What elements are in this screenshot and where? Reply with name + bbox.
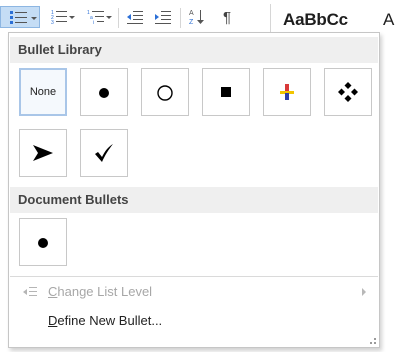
bullet-tile-colored-cross[interactable]: [263, 68, 311, 116]
bullet-tile-hollow-circle[interactable]: [141, 68, 189, 116]
colored-cross-bullet-icon: [280, 84, 294, 100]
increase-indent-icon: [155, 11, 171, 24]
multilevel-list-icon: 1 a i: [87, 10, 104, 25]
chevron-down-icon: [31, 17, 37, 20]
svg-text:i: i: [93, 20, 94, 25]
bullet-tile-none[interactable]: None: [19, 68, 67, 116]
sort-az-icon: A Z: [189, 10, 204, 26]
define-new-bullet-label: Define New Bullet...: [48, 313, 163, 328]
ribbon-paragraph-group: 1 2 3 1 a i A Z ¶ AaBbCc A: [0, 0, 404, 36]
bullet-tile-filled-square[interactable]: [202, 68, 250, 116]
change-list-level-label: Change List Level: [48, 284, 153, 299]
multilevel-list-button[interactable]: 1 a i: [80, 6, 114, 28]
filled-circle-bullet-icon: [38, 238, 48, 248]
decrease-indent-button[interactable]: [122, 6, 148, 28]
bullets-icon: [10, 11, 27, 24]
none-label: None: [29, 86, 57, 98]
bullet-tile-arrowhead[interactable]: [19, 129, 67, 177]
toolbar-separator: [180, 8, 181, 28]
chevron-down-icon: [106, 16, 112, 19]
bullets-button[interactable]: [0, 6, 40, 28]
filled-square-bullet-icon: [221, 87, 231, 97]
define-new-bullet-menu-item[interactable]: Define New Bullet...: [10, 309, 378, 333]
bullet-tile-four-diamond[interactable]: [324, 68, 372, 116]
svg-text:3: 3: [51, 20, 54, 25]
checkmark-bullet-icon: [95, 144, 113, 162]
numbering-button[interactable]: 1 2 3: [44, 6, 76, 28]
toolbar-separator: [118, 8, 119, 28]
bullet-tile-filled-circle[interactable]: [80, 68, 128, 116]
menu-separator: [10, 276, 378, 277]
svg-text:A: A: [189, 10, 194, 17]
resize-grip-icon[interactable]: [370, 338, 376, 344]
bullet-tile-checkmark[interactable]: [80, 129, 128, 177]
style-gallery-preview-next[interactable]: A: [383, 10, 394, 30]
numbering-icon: 1 2 3: [51, 10, 67, 25]
show-formatting-button[interactable]: ¶: [214, 6, 240, 28]
svg-text:Z: Z: [189, 19, 194, 26]
chevron-down-icon: [69, 16, 75, 19]
bullet-library-dropdown: Bullet Library None Document Bullets Cha…: [8, 32, 380, 348]
increase-indent-button[interactable]: [150, 6, 176, 28]
change-list-level-icon: [22, 280, 38, 304]
change-list-level-menu-item[interactable]: Change List Level: [10, 280, 378, 304]
sort-button[interactable]: A Z: [184, 6, 210, 28]
style-gallery-divider: [372, 6, 379, 34]
pilcrow-icon: ¶: [222, 8, 232, 26]
chevron-right-icon: [362, 288, 366, 296]
decrease-indent-icon: [127, 11, 143, 24]
document-bullet-tile-filled-circle[interactable]: [19, 218, 67, 266]
four-diamond-bullet-icon: [338, 82, 358, 102]
arrowhead-bullet-icon: [33, 145, 53, 161]
document-bullets-header: Document Bullets: [10, 187, 378, 213]
style-gallery-preview[interactable]: AaBbCc: [283, 10, 348, 30]
filled-circle-bullet-icon: [99, 88, 109, 98]
bullet-library-header: Bullet Library: [10, 37, 378, 63]
hollow-circle-bullet-icon: [157, 85, 173, 101]
toolbar-separator: [270, 4, 271, 32]
